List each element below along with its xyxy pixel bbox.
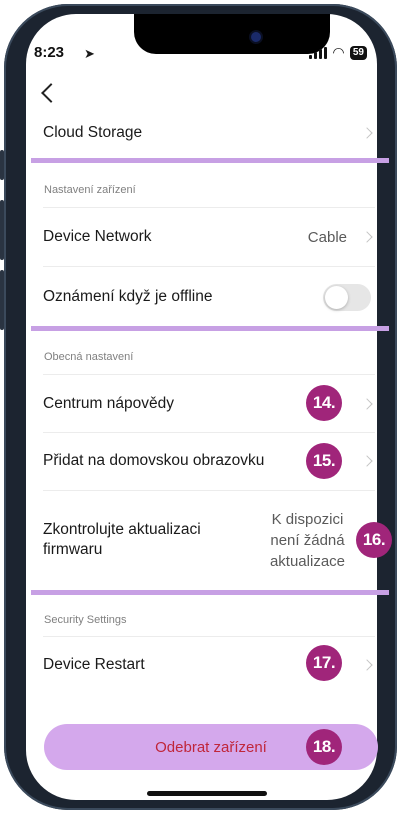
phone-side-button [0, 200, 4, 260]
home-indicator [147, 791, 267, 796]
section-divider [31, 590, 389, 595]
add-to-home-label: Přidat na domovskou obrazovku [43, 452, 265, 469]
chevron-right-icon [361, 231, 373, 243]
toggle-knob [325, 285, 348, 309]
device-network-value: Cable [307, 228, 347, 246]
chevron-right-icon [361, 659, 373, 671]
offline-notification-toggle[interactable] [323, 283, 371, 311]
firmware-status: K dispozici není žádná aktualizace [269, 510, 345, 570]
cloud-storage-label: Cloud Storage [43, 124, 143, 141]
device-network-row[interactable]: Device Network Cable [43, 226, 375, 248]
firmware-label: Zkontrolujte aktualizaci firmwaru [43, 521, 201, 558]
divider [43, 490, 375, 491]
section-header-security-settings: Security Settings [44, 614, 127, 626]
device-restart-label: Device Restart [43, 656, 145, 673]
section-divider [31, 326, 389, 331]
callout-badge-15: 15. [306, 443, 342, 479]
section-header-general-settings: Obecná nastavení [44, 351, 134, 363]
camera-icon [251, 32, 261, 42]
status-time: 8:23 [34, 44, 65, 61]
battery-icon: 59 [349, 45, 367, 60]
section-divider [31, 158, 389, 163]
chevron-right-icon [361, 455, 373, 467]
callout-badge-17: 17. [306, 645, 342, 681]
status-icons: ◠ 59 [309, 44, 367, 61]
chevron-right-icon [361, 398, 373, 410]
remove-device-label: Odebrat zařízení [155, 738, 267, 756]
section-header-device-settings: Nastavení zařízení [44, 184, 136, 196]
firmware-row[interactable]: Zkontrolujte aktualizaci firmwaru K disp… [43, 508, 375, 572]
divider [43, 374, 375, 375]
callout-badge-14: 14. [306, 385, 342, 421]
divider [43, 432, 375, 433]
divider [43, 636, 375, 637]
offline-notification-label: Oznámení když je offline [43, 288, 213, 305]
divider [43, 207, 375, 208]
offline-notification-row: Oznámení když je offline [43, 283, 375, 311]
device-network-label: Device Network [43, 228, 152, 245]
divider [43, 266, 375, 267]
notch [134, 14, 330, 54]
callout-badge-18: 18. [306, 729, 342, 765]
cloud-storage-row[interactable]: Cloud Storage [43, 122, 375, 144]
help-center-label: Centrum nápovědy [43, 395, 174, 412]
phone-side-button [0, 150, 4, 180]
phone-side-button [0, 270, 4, 330]
signal-icon [309, 46, 328, 59]
wifi-icon: ◠ [333, 44, 344, 60]
callout-badge-16: 16. [356, 522, 392, 558]
location-arrow-icon: ➤ [84, 46, 95, 61]
chevron-right-icon [361, 127, 373, 139]
